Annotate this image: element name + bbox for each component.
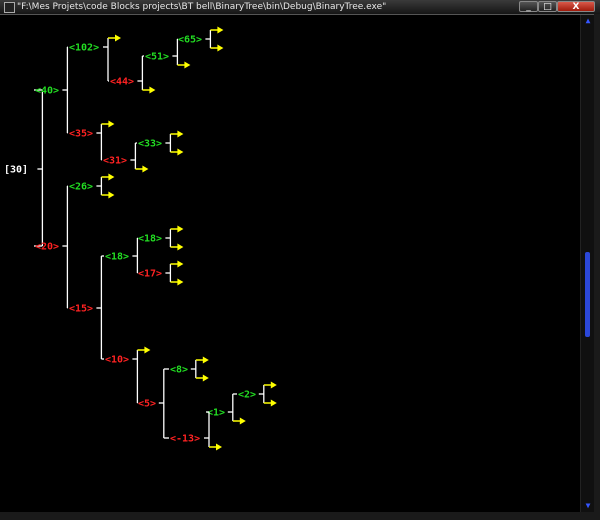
tree-node-label: <35> (69, 129, 93, 140)
null-child-arrow-icon (101, 191, 115, 199)
title-bar[interactable]: "F:\Mes Projets\code Blocks projects\BT … (0, 0, 600, 15)
tree-node-label: <5> (138, 399, 156, 410)
maximize-button[interactable]: □ (538, 1, 557, 12)
null-child-arrow-icon (108, 34, 121, 42)
tree-node-label: <102> (69, 43, 99, 54)
tree-node-label: <1> (207, 408, 225, 419)
null-child-arrow-icon (170, 260, 184, 268)
tree-node-label: <31> (103, 156, 127, 167)
console-app-icon[interactable] (4, 2, 15, 13)
null-child-arrow-icon (210, 26, 224, 34)
null-child-arrow-icon (170, 278, 184, 286)
scroll-thumb[interactable] (585, 251, 590, 338)
tree-node-label: <2> (238, 390, 256, 401)
vertical-scrollbar[interactable]: ▲ ▼ (580, 15, 595, 512)
tree-node-label: <51> (145, 52, 169, 63)
null-child-arrow-icon (263, 399, 277, 407)
tree-node-label: <40> (35, 86, 59, 97)
null-child-arrow-icon (177, 61, 191, 69)
tree-node-label: <10> (105, 355, 129, 366)
tree-node-label: <15> (69, 304, 93, 315)
null-child-arrow-icon (170, 243, 184, 251)
null-child-arrow-icon (135, 165, 149, 173)
tree-node-label: <33> (138, 139, 162, 150)
scroll-up-arrow-icon[interactable]: ▲ (581, 15, 595, 27)
root-node-label: [30] (4, 165, 28, 176)
null-child-arrow-icon (101, 173, 115, 181)
binary-tree-drawing: [30] <1> <2> <5> <8> <10> <15> <17> <18> <20> <26>… (4, 26, 277, 451)
null-child-arrow-icon (232, 417, 246, 425)
null-child-arrow-icon (170, 130, 184, 138)
null-child-arrow-icon (142, 86, 156, 94)
console-output[interactable]: [30] <1> <2> <5> <8> <10> <15> <17> <18> <20> <26>… (0, 15, 580, 512)
tree-node-label: <-13> (170, 434, 200, 445)
null-child-arrow-icon (170, 148, 184, 156)
close-button[interactable]: X (557, 1, 595, 12)
null-child-arrow-icon (210, 44, 224, 52)
tree-node-label: <20> (35, 242, 59, 253)
null-child-arrow-icon (137, 346, 151, 354)
window-title: "F:\Mes Projets\code Blocks projects\BT … (17, 2, 387, 12)
null-child-arrow-icon (170, 225, 184, 233)
scroll-down-arrow-icon[interactable]: ▼ (581, 500, 595, 512)
minimize-button[interactable]: _ (519, 1, 538, 12)
tree-node-label: <18> (105, 252, 129, 263)
null-child-arrow-icon (195, 356, 209, 364)
tree-node-label: <18> (138, 234, 162, 245)
tree-node-label: <17> (138, 269, 162, 280)
window-frame-bottom (0, 512, 600, 520)
tree-node-label: <44> (110, 77, 134, 88)
null-child-arrow-icon (195, 374, 209, 382)
tree-node-label: <65> (178, 35, 202, 46)
tree-node-label: <8> (170, 365, 188, 376)
tree-node-label: <26> (69, 182, 93, 193)
window-frame-right (594, 14, 600, 520)
null-child-arrow-icon (209, 443, 222, 451)
null-child-arrow-icon (263, 381, 277, 389)
null-child-arrow-icon (101, 120, 115, 128)
